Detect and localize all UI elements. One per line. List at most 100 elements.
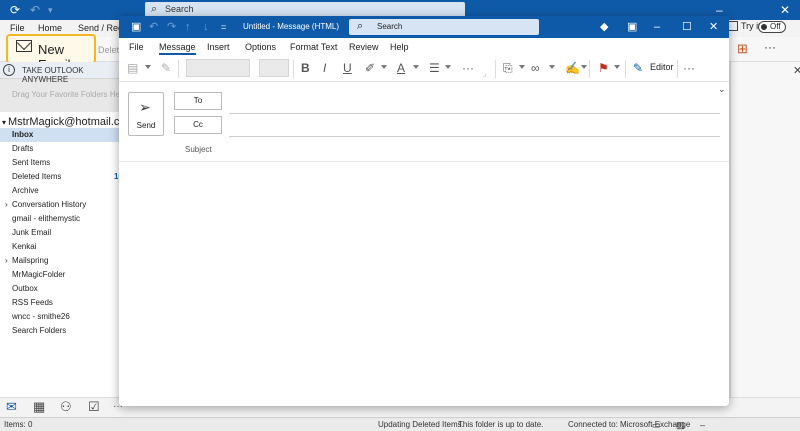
- folder-search-folders[interactable]: Search Folders: [0, 324, 120, 338]
- highlight-dropdown-icon[interactable]: [381, 65, 387, 69]
- to-field[interactable]: [229, 113, 720, 114]
- more-options-icon[interactable]: ···: [764, 40, 776, 54]
- customize-toolbar-icon[interactable]: =: [221, 20, 226, 34]
- chevron-right-icon[interactable]: ›: [5, 198, 8, 212]
- editor-button[interactable]: Editor: [650, 62, 674, 72]
- paste-icon[interactable]: ▤: [127, 61, 138, 75]
- folder-gmail[interactable]: gmail - elithemystic: [0, 212, 120, 226]
- font-color-icon[interactable]: A: [397, 61, 405, 75]
- format-painter-icon[interactable]: ✎: [161, 61, 171, 75]
- editor-icon[interactable]: ✎: [633, 61, 643, 75]
- up-arrow-icon[interactable]: ↑: [185, 20, 191, 34]
- tab-insert[interactable]: Insert: [207, 42, 230, 52]
- maximize-icon[interactable]: ☐: [682, 20, 692, 34]
- message-title: Untitled - Message (HTML): [243, 22, 340, 31]
- highlight-icon[interactable]: ✐: [365, 61, 375, 75]
- close-icon[interactable]: ✕: [793, 64, 800, 77]
- info-banner-text: TAKE OUTLOOK ANYWHERE: [22, 66, 84, 84]
- menu-home[interactable]: Home: [38, 23, 62, 33]
- font-size-box[interactable]: [259, 59, 289, 77]
- close-icon[interactable]: ✕: [709, 20, 718, 34]
- bullets-dropdown-icon[interactable]: [445, 65, 451, 69]
- down-arrow-icon[interactable]: ↓: [203, 20, 209, 34]
- minimize-icon[interactable]: –: [654, 20, 660, 34]
- calendar-icon[interactable]: ▦: [33, 400, 45, 414]
- more-icon[interactable]: ▾: [48, 3, 53, 17]
- mail-icon[interactable]: ✉: [6, 400, 17, 414]
- tab-help[interactable]: Help: [390, 42, 409, 52]
- message-search-box[interactable]: ⌕ Search: [349, 19, 539, 35]
- folder-label: Sent Items: [12, 158, 51, 167]
- ribbon-display-icon[interactable]: ▣: [627, 20, 637, 34]
- paste-dropdown-icon[interactable]: [145, 65, 151, 69]
- font-color-dropdown-icon[interactable]: [413, 65, 419, 69]
- new-email-button[interactable]: New Email: [6, 34, 96, 72]
- font-name-box[interactable]: [186, 59, 250, 77]
- cc-button[interactable]: Cc: [174, 116, 222, 134]
- dialog-launcher-icon[interactable]: ⌟: [483, 68, 486, 82]
- folder-mrmagicfolder[interactable]: MrMagicFolder: [0, 268, 120, 282]
- save-icon[interactable]: ▣: [131, 20, 141, 34]
- folder-archive[interactable]: Archive: [0, 184, 120, 198]
- flag-icon[interactable]: ⚑: [598, 61, 609, 75]
- message-ribbon-tabs: File Message Insert Options Format Text …: [119, 38, 729, 56]
- status-updating: Updating Deleted Items.: [378, 420, 464, 429]
- to-button[interactable]: To: [174, 92, 222, 110]
- undo-icon[interactable]: ↶: [30, 3, 40, 17]
- folder-label: Outbox: [12, 284, 38, 293]
- ribbon-separator: [625, 60, 626, 78]
- sync-icon[interactable]: ⟳: [10, 3, 20, 17]
- cc-field[interactable]: [229, 136, 720, 137]
- redo-icon[interactable]: ↷: [167, 20, 176, 34]
- view-normal-icon[interactable]: ▭: [652, 420, 661, 431]
- italic-icon[interactable]: I: [323, 61, 326, 75]
- menu-file[interactable]: File: [10, 23, 25, 33]
- folder-label: Deleted Items: [12, 172, 62, 181]
- bullets-icon[interactable]: ☰: [429, 61, 440, 75]
- link-icon[interactable]: ∞: [531, 61, 540, 75]
- signature-icon[interactable]: ✍: [565, 61, 580, 75]
- folder-kenkai[interactable]: Kenkai: [0, 240, 120, 254]
- folder-outbox[interactable]: Outbox: [0, 282, 120, 296]
- folder-junk-email[interactable]: Junk Email: [0, 226, 120, 240]
- flag-dropdown-icon[interactable]: [614, 65, 620, 69]
- send-button[interactable]: ➢ Send: [128, 92, 164, 136]
- tab-format-text[interactable]: Format Text: [290, 42, 337, 52]
- new-outlook-toggle[interactable]: Off: [758, 21, 786, 33]
- folder-mailspring[interactable]: › Mailspring: [0, 254, 120, 268]
- folder-conversation-history[interactable]: › Conversation History: [0, 198, 120, 212]
- tab-options[interactable]: Options: [245, 42, 276, 52]
- chevron-right-icon[interactable]: ›: [5, 254, 8, 268]
- folder-label: Conversation History: [12, 200, 87, 209]
- folder-inbox[interactable]: Inbox: [0, 128, 120, 142]
- tasks-icon[interactable]: ☑: [88, 400, 100, 414]
- minimize-icon[interactable]: –: [716, 3, 723, 17]
- bold-icon[interactable]: B: [301, 61, 310, 75]
- attach-file-icon[interactable]: ⎘: [503, 61, 513, 75]
- zoom-out-icon[interactable]: –: [700, 420, 705, 430]
- folder-sent-items[interactable]: Sent Items: [0, 156, 120, 170]
- underline-icon[interactable]: U: [343, 61, 352, 75]
- view-reading-icon[interactable]: ▥: [676, 420, 685, 431]
- people-icon[interactable]: ⚇: [60, 400, 72, 414]
- account-header[interactable]: ▾ MstrMagick@hotmail.com: [0, 116, 135, 128]
- folder-deleted-items[interactable]: Deleted Items: [0, 170, 120, 184]
- folder-drafts[interactable]: Drafts: [0, 142, 120, 156]
- undo-icon[interactable]: ↶: [149, 20, 158, 34]
- diamond-icon[interactable]: ◆: [600, 20, 608, 34]
- close-icon[interactable]: ✕: [780, 3, 790, 17]
- folder-wncc[interactable]: wncc - smithe26: [0, 310, 120, 324]
- chevron-down-icon[interactable]: ⌄: [718, 84, 726, 95]
- folder-rss-feeds[interactable]: RSS Feeds: [0, 296, 120, 310]
- info-banner[interactable]: i TAKE OUTLOOK ANYWHERE: [0, 62, 120, 84]
- attach-dropdown-icon[interactable]: [519, 65, 525, 69]
- tab-review[interactable]: Review: [349, 42, 379, 52]
- message-body[interactable]: [119, 162, 729, 406]
- tab-file[interactable]: File: [129, 42, 144, 52]
- more-commands-icon[interactable]: ···: [683, 61, 695, 75]
- link-dropdown-icon[interactable]: [549, 65, 555, 69]
- more-formatting-icon[interactable]: ···: [462, 61, 474, 75]
- signature-dropdown-icon[interactable]: [581, 65, 587, 69]
- tab-message[interactable]: Message: [159, 42, 196, 55]
- apps-icon[interactable]: ⊞: [737, 41, 748, 57]
